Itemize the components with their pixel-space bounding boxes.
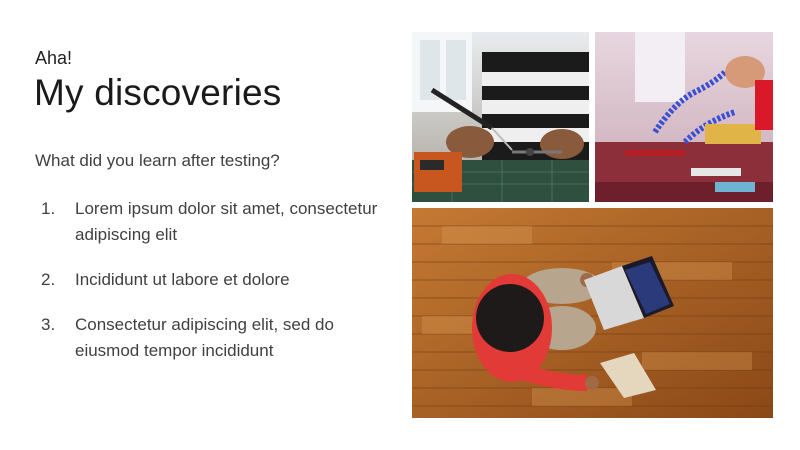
laptop-floor-illustration bbox=[412, 208, 773, 418]
list-item: 1. Lorem ipsum dolor sit amet, consectet… bbox=[35, 196, 395, 248]
slide-eyebrow: Aha! bbox=[35, 48, 73, 68]
photo-soldering bbox=[412, 32, 589, 202]
list-item: 2. Incididunt ut labore et dolore bbox=[35, 267, 395, 293]
helping-hands-illustration bbox=[595, 32, 773, 202]
list-item-text: Lorem ipsum dolor sit amet, consectetur … bbox=[75, 199, 378, 244]
list-item-number: 2. bbox=[41, 270, 56, 289]
list-item-text: Consectetur adipiscing elit, sed do eius… bbox=[75, 315, 334, 360]
slide-title: My discoveries bbox=[34, 72, 282, 113]
discoveries-list: 1. Lorem ipsum dolor sit amet, consectet… bbox=[35, 196, 395, 383]
photo-laptop-floor bbox=[412, 208, 773, 418]
list-item-text: Incididunt ut labore et dolore bbox=[75, 270, 290, 289]
photo-helping-hands bbox=[595, 32, 773, 202]
soldering-illustration bbox=[412, 32, 589, 202]
slide: Aha! My discoveries What did you learn a… bbox=[0, 0, 800, 450]
list-item-number: 3. bbox=[41, 315, 56, 334]
list-item: 3. Consectetur adipiscing elit, sed do e… bbox=[35, 312, 395, 364]
list-item-number: 1. bbox=[41, 199, 56, 218]
slide-prompt: What did you learn after testing? bbox=[35, 151, 280, 170]
